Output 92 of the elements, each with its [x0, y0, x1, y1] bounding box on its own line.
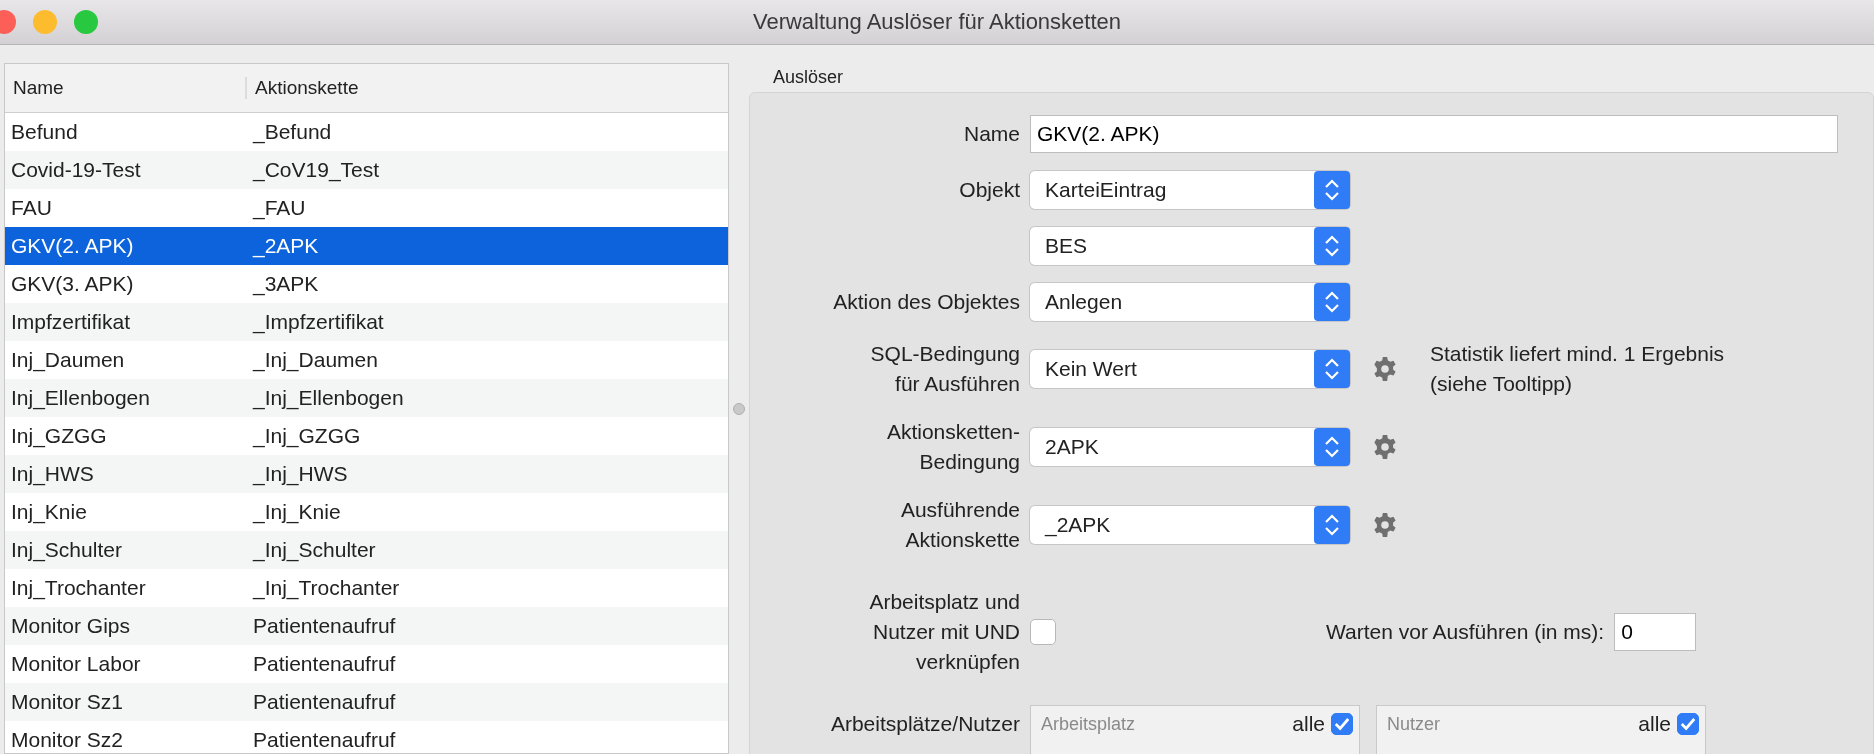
- checkbox-label: alle: [1638, 712, 1671, 736]
- table-cell-text: Monitor Sz1: [10, 690, 125, 714]
- table-row[interactable]: Inj_Knie _Inj_Knie: [5, 493, 728, 531]
- table-row[interactable]: Impfzertifikat _Impfzertifikat: [5, 303, 728, 341]
- table-cell-text: Patientenaufruf: [252, 652, 396, 676]
- table-cell-text: _Inj_Ellenbogen: [251, 386, 404, 410]
- table-row[interactable]: Inj_Trochanter _Inj_Trochanter: [5, 569, 728, 607]
- settings-icon[interactable]: [1372, 356, 1398, 382]
- settings-icon[interactable]: [1372, 434, 1398, 460]
- table-cell-text: _CoV19_Test: [251, 158, 380, 182]
- splitter-handle[interactable]: [733, 402, 745, 415]
- table-cell-text: Befund: [10, 120, 79, 144]
- dropdown[interactable]: _2APK: [1030, 506, 1350, 544]
- list-box[interactable]: Arbeitsplatz alle: [1030, 705, 1360, 754]
- checkbox-label: alle: [1292, 712, 1325, 736]
- table-cell-text: Inj_GZGG: [10, 424, 108, 448]
- table-cell-text: Patientenaufruf: [252, 614, 396, 638]
- stepper-icon: [1314, 350, 1350, 388]
- dropdown[interactable]: KarteiEintrag: [1030, 171, 1350, 209]
- table-row[interactable]: Covid-19-Test _CoV19_Test: [5, 151, 728, 189]
- table-cell-text: Inj_Ellenbogen: [10, 386, 151, 410]
- table-cell-text: GKV(3. APK): [10, 272, 135, 296]
- and-checkbox[interactable]: [1030, 619, 1056, 645]
- table-cell-text: Monitor Labor: [10, 652, 142, 676]
- stepper-icon: [1314, 428, 1350, 466]
- stepper-icon: [1314, 283, 1350, 321]
- field-label: SQL-Bedingung für Ausführen: [870, 341, 1020, 397]
- table-row[interactable]: GKV(3. APK) _3APK: [5, 265, 728, 303]
- wait-label: Warten vor Ausführen (in ms):: [1326, 619, 1605, 645]
- all-checkbox[interactable]: [1331, 713, 1353, 735]
- field-label: Ausführende Aktionskette: [900, 497, 1020, 553]
- table-cell-text: _FAU: [251, 196, 306, 220]
- table-row[interactable]: GKV(2. APK) _2APK: [5, 227, 728, 265]
- dropdown[interactable]: Anlegen: [1030, 283, 1350, 321]
- filter-field[interactable]: Nutzer: [1385, 712, 1633, 736]
- table-row[interactable]: Monitor Gips Patientenaufruf: [5, 607, 728, 645]
- table-cell-text: _Befund: [251, 120, 332, 144]
- stepper-icon: [1314, 171, 1350, 209]
- table-row[interactable]: Befund _Befund: [5, 113, 728, 151]
- field-label: Aktionsketten- Bedingung: [886, 419, 1020, 475]
- table-cell-text: Inj_HWS: [10, 462, 95, 486]
- table-cell-text: FAU: [10, 196, 53, 220]
- name-field[interactable]: GKV(2. APK): [1030, 115, 1838, 153]
- filter-field[interactable]: Arbeitsplatz: [1039, 712, 1287, 736]
- table-cell-text: Covid-19-Test: [10, 158, 142, 182]
- column-header[interactable]: Name: [5, 77, 247, 99]
- table-row[interactable]: Inj_Schulter _Inj_Schulter: [5, 531, 728, 569]
- table-cell-text: Inj_Daumen: [10, 348, 126, 372]
- table-cell-text: _Inj_Daumen: [251, 348, 378, 372]
- table-cell-text: Monitor Sz2: [10, 728, 125, 752]
- stepper-icon: [1314, 227, 1350, 265]
- wait-field[interactable]: 0: [1614, 613, 1697, 651]
- table-row[interactable]: Inj_GZGG _Inj_GZGG: [5, 417, 728, 455]
- settings-icon[interactable]: [1372, 512, 1398, 538]
- dropdown[interactable]: 2APK: [1030, 428, 1350, 466]
- table-cell-text: Inj_Knie: [10, 500, 88, 524]
- table-cell-text: _Inj_Schulter: [251, 538, 376, 562]
- field-label: Aktion des Objektes: [833, 289, 1020, 315]
- table-cell-text: GKV(2. APK): [10, 234, 135, 258]
- table-cell-text: _Inj_HWS: [251, 462, 348, 486]
- table-row[interactable]: Monitor Sz1 Patientenaufruf: [5, 683, 728, 721]
- table-row[interactable]: Inj_Ellenbogen _Inj_Ellenbogen: [5, 379, 728, 417]
- dropdown[interactable]: BES: [1030, 227, 1350, 265]
- field-label: Arbeitsplatz und Nutzer mit UND verknüpfen: [869, 589, 1020, 675]
- field-label: Objekt: [959, 177, 1020, 203]
- table-cell-text: Monitor Gips: [10, 614, 132, 638]
- list-box[interactable]: Nutzer alle: [1376, 705, 1706, 754]
- field-label: Name: [963, 121, 1020, 147]
- table-row[interactable]: Monitor Sz2 Patientenaufruf: [5, 721, 728, 753]
- table-row[interactable]: Inj_Daumen _Inj_Daumen: [5, 341, 728, 379]
- stepper-icon: [1314, 506, 1350, 544]
- field-label: Arbeitsplätze/Nutzer: [830, 711, 1020, 737]
- table-cell-text: Patientenaufruf: [252, 728, 396, 752]
- table-cell-text: _Inj_GZGG: [251, 424, 361, 448]
- table-cell-text: Inj_Schulter: [10, 538, 123, 562]
- table-cell-text: Patientenaufruf: [252, 690, 396, 714]
- column-header[interactable]: Aktionskette: [247, 77, 359, 99]
- dropdown[interactable]: Kein Wert: [1030, 350, 1350, 388]
- table-row[interactable]: Monitor Labor Patientenaufruf: [5, 645, 728, 683]
- table-cell-text: _3APK: [251, 272, 319, 296]
- window-title: Verwaltung Auslöser für Aktionsketten: [752, 9, 1122, 35]
- table-cell-text: Impfzertifikat: [10, 310, 132, 334]
- all-checkbox[interactable]: [1677, 713, 1699, 735]
- table-cell-text: Inj_Trochanter: [10, 576, 147, 600]
- table-cell-text: _Inj_Trochanter: [251, 576, 400, 600]
- table-cell-text: _2APK: [251, 234, 319, 258]
- hint-text: Statistik liefert mind. 1 Ergebnis (siehe Tooltipp): [1430, 341, 1725, 397]
- group-title: Auslöser: [772, 66, 845, 89]
- table-row[interactable]: Inj_HWS _Inj_HWS: [5, 455, 728, 493]
- table-cell-text: _Inj_Knie: [251, 500, 341, 524]
- table-row[interactable]: FAU _FAU: [5, 189, 728, 227]
- table-cell-text: _Impfzertifikat: [251, 310, 384, 334]
